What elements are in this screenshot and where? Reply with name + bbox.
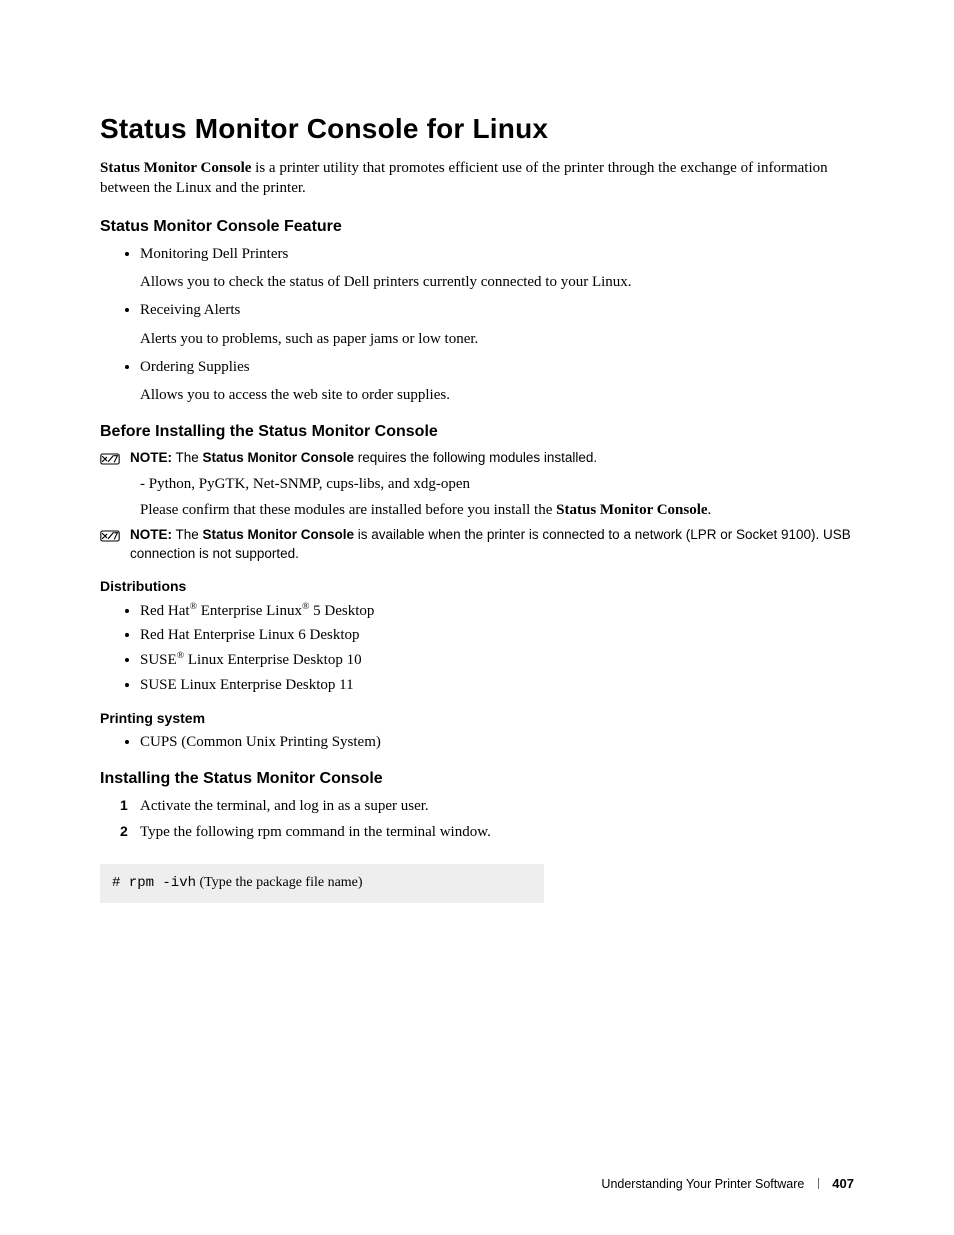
- feature-head: Receiving Alerts: [140, 302, 240, 318]
- list-item: SUSE Linux Enterprise Desktop 11: [140, 675, 854, 695]
- note-block: NOTE: The Status Monitor Console require…: [100, 449, 854, 468]
- page-title: Status Monitor Console for Linux: [100, 110, 854, 148]
- note-label: NOTE:: [130, 527, 172, 542]
- feature-item: Receiving Alerts: [140, 300, 854, 320]
- printing-system-list: CUPS (Common Unix Printing System): [100, 732, 854, 752]
- note-icon: [100, 527, 120, 545]
- feature-list: Ordering Supplies: [100, 357, 854, 377]
- note-icon: [100, 450, 120, 468]
- section-install-heading: Installing the Status Monitor Console: [100, 768, 854, 790]
- feature-desc: Allows you to check the status of Dell p…: [140, 272, 854, 292]
- feature-desc: Alerts you to problems, such as paper ja…: [140, 329, 854, 349]
- note-block: NOTE: The Status Monitor Console is avai…: [100, 526, 854, 562]
- feature-list: Receiving Alerts: [100, 300, 854, 320]
- step-item: Activate the terminal, and log in as a s…: [120, 796, 854, 816]
- page-footer: Understanding Your Printer Software 407: [601, 1175, 854, 1193]
- code-command: # rpm -ivh: [112, 875, 196, 891]
- page-number: 407: [832, 1176, 854, 1191]
- confirm-line: Please confirm that these modules are in…: [140, 500, 854, 520]
- list-item: Red Hat Enterprise Linux 6 Desktop: [140, 625, 854, 645]
- note-text: NOTE: The Status Monitor Console is avai…: [130, 526, 854, 562]
- note-text: NOTE: The Status Monitor Console require…: [130, 449, 597, 467]
- modules-line: - Python, PyGTK, Net-SNMP, cups-libs, an…: [140, 474, 854, 494]
- printing-system-heading: Printing system: [100, 709, 854, 728]
- feature-head: Monitoring Dell Printers: [140, 246, 288, 262]
- feature-list: Monitoring Dell Printers: [100, 244, 854, 264]
- list-item: SUSE® Linux Enterprise Desktop 10: [140, 649, 854, 670]
- section-before-heading: Before Installing the Status Monitor Con…: [100, 421, 854, 443]
- footer-separator: [818, 1178, 819, 1189]
- distributions-list: Red Hat® Enterprise Linux® 5 Desktop Red…: [100, 600, 854, 695]
- footer-chapter: Understanding Your Printer Software: [601, 1177, 804, 1191]
- section-feature-heading: Status Monitor Console Feature: [100, 216, 854, 238]
- install-steps: Activate the terminal, and log in as a s…: [100, 796, 854, 843]
- intro-paragraph: Status Monitor Console is a printer util…: [100, 158, 854, 199]
- note-label: NOTE:: [130, 450, 172, 465]
- intro-bold-term: Status Monitor Console: [100, 160, 251, 176]
- list-item: Red Hat® Enterprise Linux® 5 Desktop: [140, 600, 854, 621]
- feature-item: Ordering Supplies: [140, 357, 854, 377]
- document-page: Status Monitor Console for Linux Status …: [0, 0, 954, 1235]
- feature-desc: Allows you to access the web site to ord…: [140, 385, 854, 405]
- distributions-heading: Distributions: [100, 577, 854, 596]
- list-item: CUPS (Common Unix Printing System): [140, 732, 854, 752]
- step-item: Type the following rpm command in the te…: [120, 822, 854, 842]
- feature-item: Monitoring Dell Printers: [140, 244, 854, 264]
- feature-head: Ordering Supplies: [140, 359, 250, 375]
- code-annotation: (Type the package file name): [196, 875, 363, 890]
- code-block: # rpm -ivh (Type the package file name): [100, 864, 544, 903]
